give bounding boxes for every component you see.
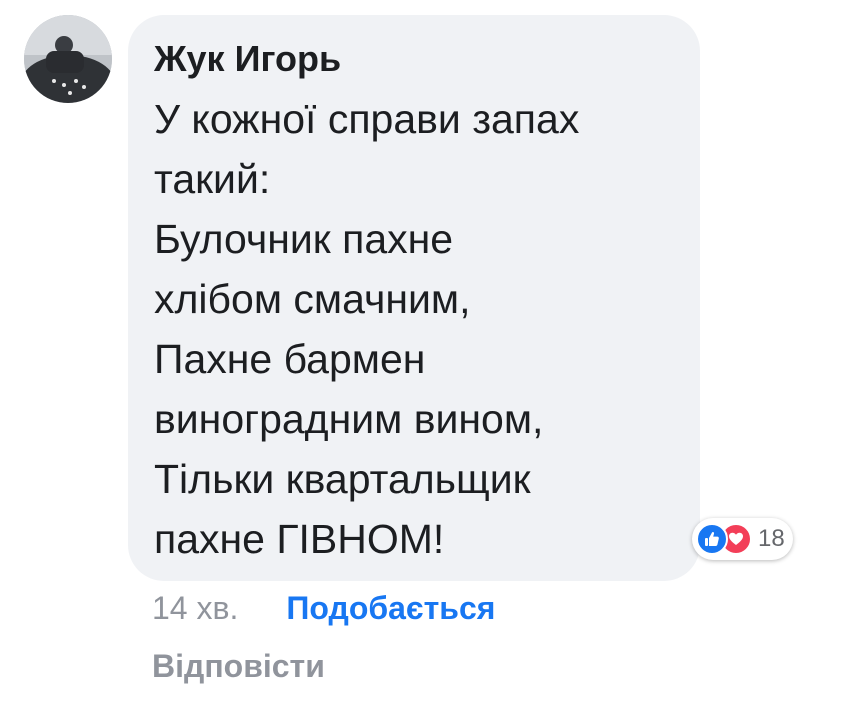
comment-timestamp[interactable]: 14 хв. (152, 590, 238, 627)
reactions-summary[interactable]: 18 (692, 518, 793, 560)
like-button[interactable]: Подобається (286, 590, 495, 627)
comment-line: Тільки квартальщик (154, 456, 531, 502)
comment-line: виноградним вином, (154, 396, 544, 442)
comment-line: Булочник пахне (154, 216, 454, 262)
comment-text: У кожної справи запах такий: Булочник па… (154, 89, 700, 569)
comment-actions: 14 хв. Подобається (152, 590, 495, 627)
thumbs-up-icon (696, 523, 728, 555)
reply-button[interactable]: Відповісти (152, 648, 325, 685)
reaction-count: 18 (758, 525, 785, 552)
comment-line: У кожної справи запах (154, 96, 580, 142)
comment-author[interactable]: Жук Игорь (154, 37, 700, 81)
comment-line: хлібом смачним, (154, 276, 471, 322)
comment-line: такий: (154, 156, 271, 202)
avatar[interactable] (24, 15, 112, 103)
comment-line: Пахне бармен (154, 336, 426, 382)
comment-bubble: Жук Игорь У кожної справи запах такий: Б… (128, 15, 700, 581)
comment-line: пахне ГІВНОМ! (154, 516, 445, 562)
